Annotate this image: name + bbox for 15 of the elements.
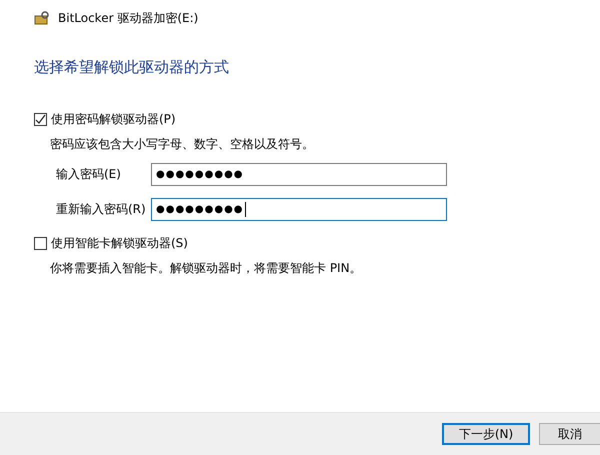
checkbox-label[interactable]: 使用智能卡解锁驱动器(S) bbox=[51, 235, 188, 252]
checkbox[interactable] bbox=[34, 237, 47, 250]
field-label: 重新输入密码(R) bbox=[56, 201, 147, 218]
password-field[interactable]: ●●●●●●●●● bbox=[151, 198, 447, 221]
password-field[interactable]: ●●●●●●●●● bbox=[151, 163, 447, 186]
next-button[interactable]: 下一步(N) bbox=[442, 423, 530, 445]
checkbox[interactable] bbox=[34, 113, 47, 126]
cancel-button[interactable]: 取消 bbox=[539, 423, 600, 445]
checkbox-label[interactable]: 使用密码解锁驱动器(P) bbox=[51, 111, 176, 128]
hint-text: 密码应该包含大小写字母、数字、空格以及符号。 bbox=[50, 136, 315, 153]
page-heading: 选择希望解锁此驱动器的方式 bbox=[34, 58, 230, 77]
hint-text: 你将需要插入智能卡。解锁驱动器时，将需要智能卡 PIN。 bbox=[50, 260, 363, 277]
field-label: 输入密码(E) bbox=[56, 166, 122, 183]
window-title: BitLocker 驱动器加密(E:) bbox=[58, 10, 198, 26]
drive-key-icon bbox=[34, 10, 50, 26]
